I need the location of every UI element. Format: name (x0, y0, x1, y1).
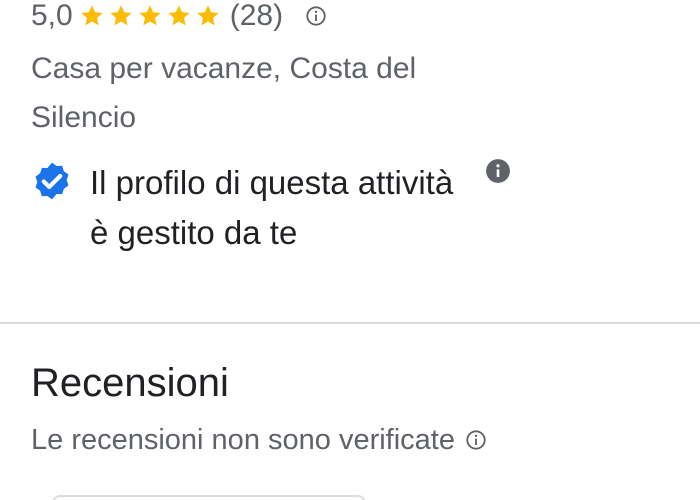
star-icon (195, 3, 221, 29)
verified-badge-icon (31, 160, 73, 202)
star-icon (79, 3, 105, 29)
star-icon (108, 3, 134, 29)
section-divider (0, 322, 700, 324)
reviews-disclaimer-text: Le recensioni non sono verificate (31, 423, 455, 456)
rating-info-icon[interactable] (305, 5, 327, 27)
rating-count[interactable]: (28) (230, 0, 283, 33)
star-icon (166, 3, 192, 29)
rating-stars (79, 3, 224, 29)
reviews-info-icon[interactable] (465, 429, 487, 451)
verified-info-icon[interactable] (485, 158, 511, 184)
star-icon (137, 3, 163, 29)
partial-button-outline[interactable] (52, 495, 366, 500)
rating-row[interactable]: 5,0 (28) (31, 0, 327, 40)
place-category[interactable]: Casa per vacanze, Costa del Silencio (31, 44, 511, 142)
verified-profile-text: Il profilo di questa attività è gestito … (90, 164, 454, 251)
reviews-heading: Recensioni (31, 361, 229, 405)
business-profile-panel: 5,0 (28) Casa per vacanze, Costa del Sil… (0, 0, 700, 500)
reviews-disclaimer[interactable]: Le recensioni non sono verificate (31, 418, 487, 462)
rating-value: 5,0 (31, 0, 73, 32)
